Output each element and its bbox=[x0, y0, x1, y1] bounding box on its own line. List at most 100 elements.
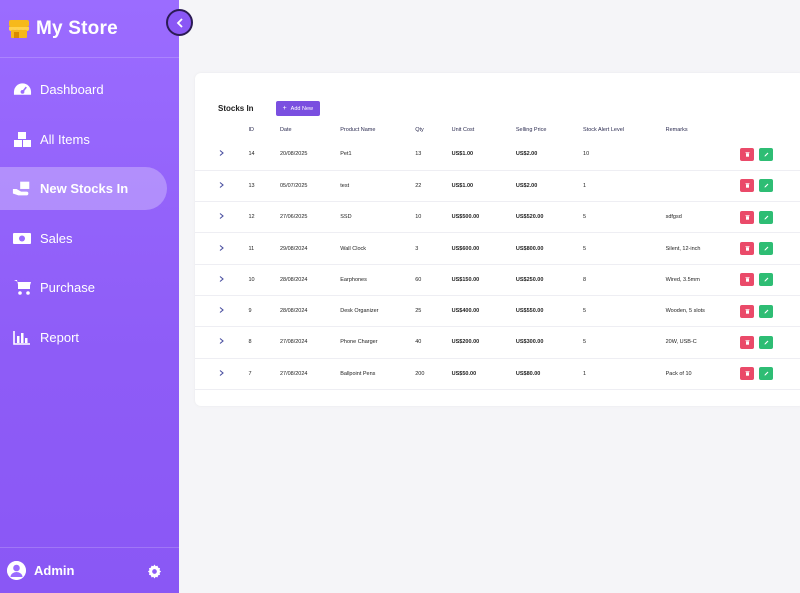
cell-qty: 22 bbox=[415, 170, 452, 203]
delete-button[interactable] bbox=[740, 242, 755, 256]
cell-selling-price: US$520.00 bbox=[515, 201, 584, 234]
gear-icon[interactable] bbox=[147, 564, 162, 579]
sidebar-item-report[interactable]: Report bbox=[0, 316, 179, 359]
stocks-table: ID Date Product Name Qty Unit Cost Selli… bbox=[195, 121, 800, 390]
expand-row-button[interactable] bbox=[195, 201, 249, 234]
sidebar-item-label: Purchase bbox=[40, 280, 95, 295]
delete-button[interactable] bbox=[740, 179, 755, 193]
cell-qty: 40 bbox=[415, 326, 452, 359]
edit-button[interactable] bbox=[759, 210, 774, 224]
card-header: Stocks In + Add New bbox=[218, 101, 320, 116]
chevron-right-icon bbox=[219, 182, 224, 188]
expand-row-button[interactable] bbox=[195, 326, 249, 359]
cell-stock-alert-level: 1 bbox=[583, 358, 666, 390]
cell-qty: 200 bbox=[415, 358, 452, 390]
column-header-product-name[interactable]: Product Name bbox=[340, 121, 415, 139]
cell-id: 13 bbox=[248, 170, 280, 203]
expand-row-button[interactable] bbox=[195, 358, 249, 390]
cell-qty: 13 bbox=[415, 139, 452, 171]
cell-id: 8 bbox=[248, 326, 280, 359]
cell-remarks: Wired, 3.5mm bbox=[665, 264, 741, 296]
expand-row-button[interactable] bbox=[195, 295, 249, 328]
edit-button[interactable] bbox=[759, 179, 774, 193]
user-icon bbox=[7, 561, 26, 580]
expand-row-button[interactable] bbox=[195, 139, 249, 171]
page-title: Stocks In bbox=[218, 104, 254, 113]
delete-button[interactable] bbox=[740, 335, 755, 349]
edit-button[interactable] bbox=[759, 273, 774, 287]
sidebar-item-new-stocks-in[interactable]: New Stocks In bbox=[0, 167, 167, 210]
expand-row-button[interactable] bbox=[195, 170, 249, 203]
column-header-remarks[interactable]: Remarks bbox=[666, 121, 741, 139]
pencil-icon bbox=[764, 371, 769, 376]
delete-button[interactable] bbox=[740, 304, 755, 318]
bar-chart-icon bbox=[12, 328, 32, 346]
delete-button[interactable] bbox=[740, 367, 755, 381]
sidebar-item-sales[interactable]: Sales bbox=[0, 217, 179, 260]
sidebar-item-all-items[interactable]: All Items bbox=[0, 118, 179, 161]
column-header-id[interactable]: ID bbox=[248, 121, 279, 139]
cell-selling-price: US$300.00 bbox=[515, 326, 584, 359]
column-header-date[interactable]: Date bbox=[280, 121, 340, 139]
avatar[interactable] bbox=[7, 561, 26, 580]
expand-row-button[interactable] bbox=[195, 232, 249, 265]
delete-button[interactable] bbox=[740, 210, 755, 224]
cell-stock-alert-level: 8 bbox=[583, 264, 666, 296]
cell-stock-alert-level: 1 bbox=[583, 170, 666, 203]
chevron-right-icon bbox=[219, 338, 224, 345]
cell-product-name: Ballpoint Pens bbox=[340, 358, 416, 390]
cell-remarks bbox=[665, 139, 741, 171]
pencil-icon bbox=[764, 246, 769, 251]
edit-button[interactable] bbox=[759, 367, 774, 381]
cell-date: 29/08/2024 bbox=[279, 232, 341, 265]
sidebar-item-purchase[interactable]: Purchase bbox=[0, 266, 179, 309]
pencil-icon bbox=[764, 309, 769, 314]
user-name: Admin bbox=[34, 563, 75, 578]
edit-button[interactable] bbox=[759, 147, 774, 161]
collapse-sidebar-button[interactable] bbox=[166, 9, 193, 36]
cell-stock-alert-level: 5 bbox=[583, 295, 666, 328]
cell-date: 05/07/2025 bbox=[279, 170, 341, 203]
table-row: 11 29/08/2024 Wall Clock 3 US$600.00 US$… bbox=[195, 232, 800, 265]
column-header-qty[interactable]: Qty bbox=[415, 121, 451, 139]
sidebar-item-label: New Stocks In bbox=[40, 181, 129, 196]
cell-qty: 60 bbox=[415, 264, 452, 296]
trash-icon bbox=[745, 152, 750, 157]
dashboard-gauge-icon bbox=[12, 81, 32, 99]
cell-selling-price: US$550.00 bbox=[515, 295, 584, 328]
sidebar-nav: Dashboard All Items New Stocks In Sales … bbox=[0, 68, 179, 365]
cell-id: 9 bbox=[248, 295, 280, 328]
delete-button[interactable] bbox=[740, 273, 755, 287]
sidebar-item-label: Dashboard bbox=[40, 82, 104, 97]
plus-icon: + bbox=[282, 105, 287, 112]
sidebar-footer: Admin bbox=[0, 547, 179, 593]
cell-id: 12 bbox=[248, 201, 280, 234]
cell-id: 7 bbox=[248, 358, 280, 390]
cell-selling-price: US$800.00 bbox=[515, 232, 584, 265]
chevron-right-icon bbox=[219, 150, 224, 157]
edit-button[interactable] bbox=[759, 304, 774, 318]
cell-product-name: test bbox=[340, 170, 416, 203]
edit-button[interactable] bbox=[759, 242, 774, 256]
trash-icon bbox=[745, 308, 750, 314]
cell-date: 27/06/2025 bbox=[279, 201, 341, 234]
cell-product-name: SSD bbox=[340, 201, 416, 234]
cell-unit-cost: US$500.00 bbox=[451, 201, 516, 234]
sidebar-item-label: Report bbox=[40, 329, 80, 345]
cell-date: 28/08/2024 bbox=[279, 295, 341, 328]
cell-unit-cost: US$1.00 bbox=[451, 170, 516, 203]
column-header-selling-price[interactable]: Selling Price bbox=[516, 121, 583, 139]
edit-button[interactable] bbox=[759, 335, 774, 349]
delete-button[interactable] bbox=[740, 147, 755, 161]
column-header-unit-cost[interactable]: Unit Cost bbox=[452, 121, 516, 139]
sidebar-item-dashboard[interactable]: Dashboard bbox=[0, 68, 179, 111]
column-header-stock-alert-level[interactable]: Stock Alert Level bbox=[583, 121, 666, 139]
store-icon bbox=[9, 19, 29, 38]
table-header-row: ID Date Product Name Qty Unit Cost Selli… bbox=[195, 121, 800, 139]
pencil-icon bbox=[764, 277, 769, 282]
expand-row-button[interactable] bbox=[195, 264, 249, 296]
hand-box-icon bbox=[12, 180, 32, 198]
add-new-button[interactable]: + Add New bbox=[275, 101, 320, 116]
money-bill-icon bbox=[12, 229, 32, 247]
table-row: 8 27/08/2024 Phone Charger 40 US$200.00 … bbox=[195, 326, 800, 359]
